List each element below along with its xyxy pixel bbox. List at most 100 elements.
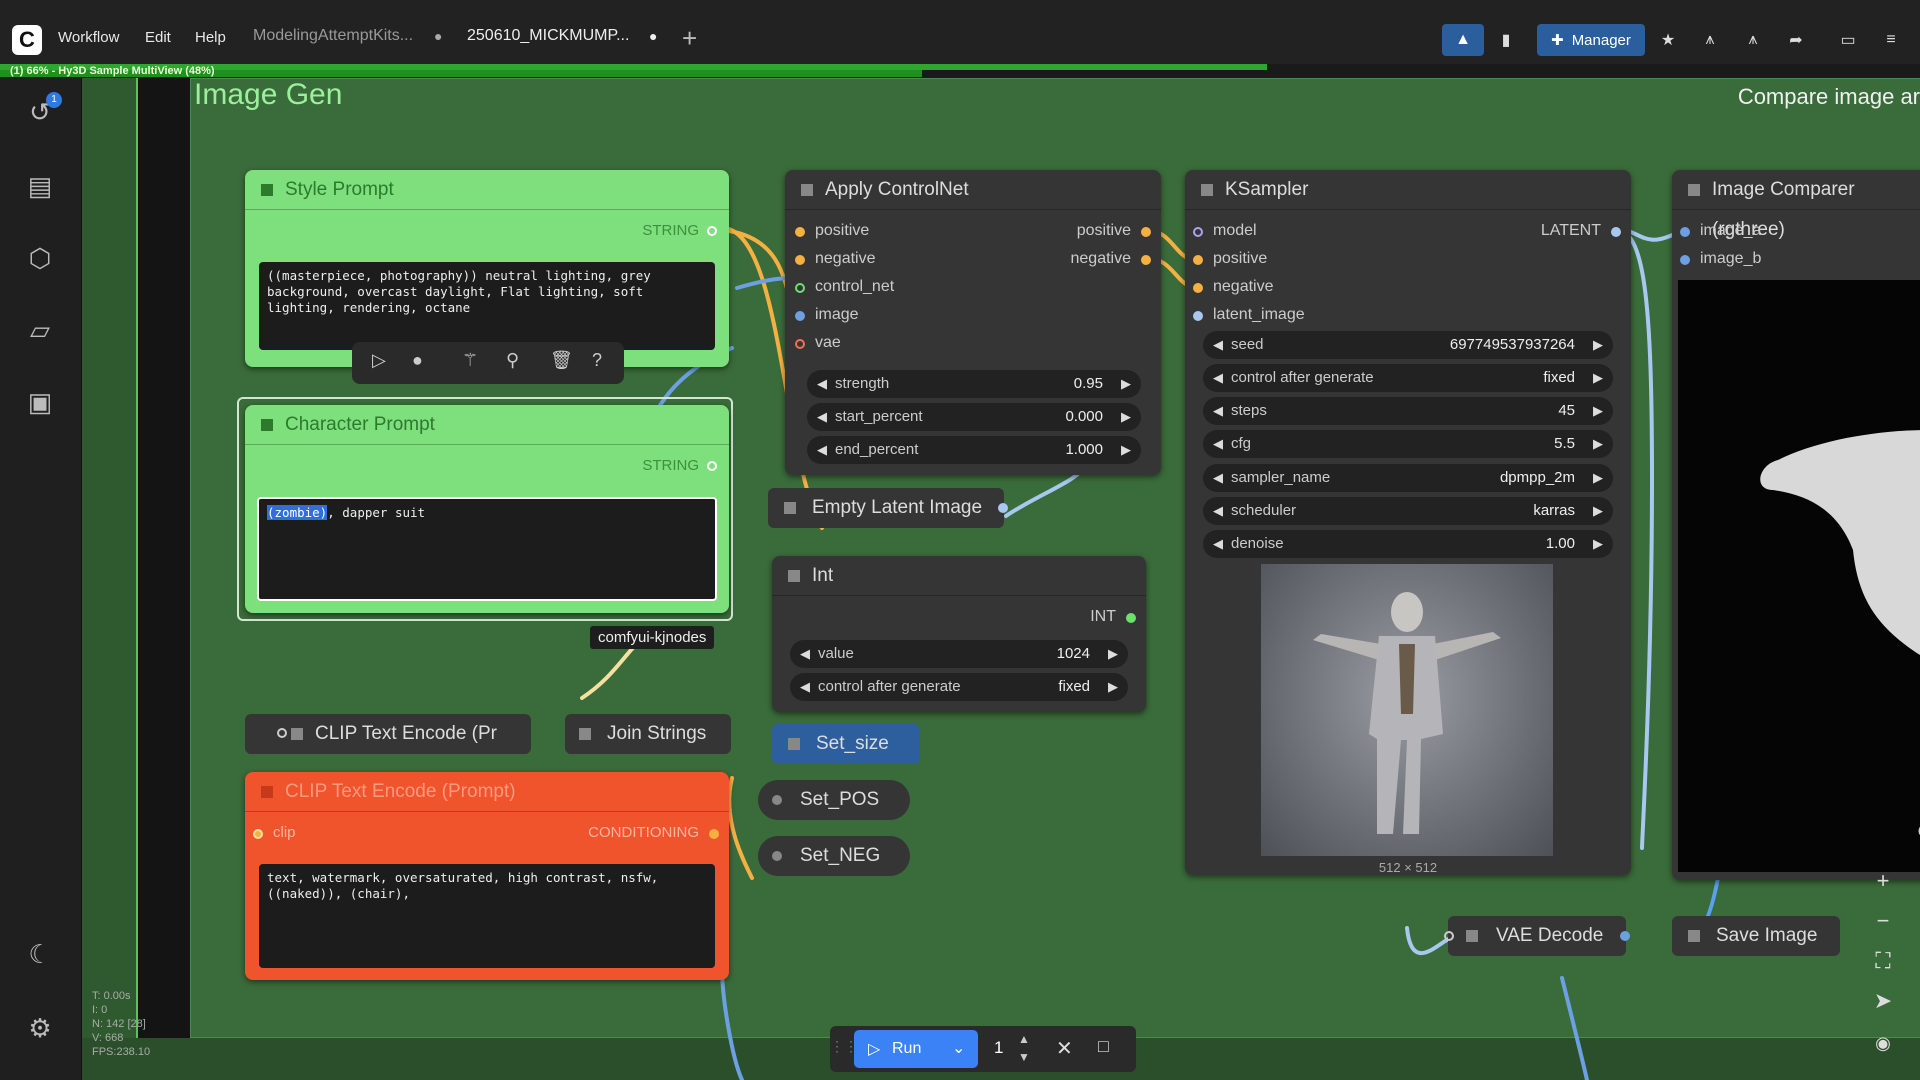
node-graph-alt-icon[interactable]: ⩚ [1737,24,1769,56]
int-value-widget[interactable]: ◀ value 1024 ▶ [790,640,1128,668]
share-icon[interactable]: ➦ [1780,24,1812,56]
join-strings-node[interactable]: Join Strings [565,714,731,754]
menu-workflow[interactable]: Workflow [58,29,119,46]
int-title[interactable]: Int [772,556,1146,596]
set-pos-input-socket[interactable] [772,795,782,805]
queue-list-icon[interactable]: ▤ [24,170,56,202]
node-collapse-icon[interactable] [261,184,273,196]
increment-arrow-icon[interactable]: ▶ [1593,497,1603,525]
int-control-widget[interactable]: ◀ control after generate fixed ▶ [790,673,1128,701]
clip-neg-textarea[interactable]: text, watermark, oversaturated, high con… [259,864,715,968]
decrement-arrow-icon[interactable]: ◀ [1213,530,1223,558]
clip-text-encode-negative-node[interactable]: CLIP Text Encode (Prompt) clip CONDITION… [245,772,729,980]
negative-input-socket[interactable] [1193,283,1203,293]
character-prompt-title[interactable]: Character Prompt [245,405,729,445]
workflow-images-icon[interactable]: ▣ [24,386,56,418]
comparer-preview-area[interactable] [1678,280,1920,872]
ksampler-title[interactable]: KSampler [1185,170,1631,210]
set-neg-input-socket[interactable] [772,851,782,861]
decrement-arrow-icon[interactable]: ◀ [817,436,827,464]
clip-input-socket[interactable] [277,728,287,738]
controlnet-output-negative-socket[interactable] [1141,255,1151,265]
node-collapse-icon[interactable] [788,738,800,750]
empty-latent-image-node[interactable]: Empty Latent Image [768,488,1008,528]
style-prompt-node[interactable]: Style Prompt STRING ((masterpiece, photo… [245,170,729,367]
zoom-in-plus-icon[interactable]: + [1868,866,1898,896]
increment-arrow-icon[interactable]: ▶ [1121,436,1131,464]
vae-decode-output-socket[interactable] [1620,931,1630,941]
pin-icon[interactable]: ⚲ [506,350,519,371]
stop-square-icon[interactable]: □ [1098,1036,1109,1057]
controlnet-image-socket[interactable] [795,311,805,321]
scheduler-widget[interactable]: ◀ scheduler karras ▶ [1203,497,1613,525]
decrement-arrow-icon[interactable]: ◀ [800,673,810,701]
character-prompt-output-socket[interactable] [707,461,717,471]
bookmark-icon[interactable]: ▮ [1490,24,1522,56]
theme-moon-icon[interactable]: ☾ [24,938,56,970]
clip-neg-output-socket[interactable] [709,829,719,839]
decrement-arrow-icon[interactable]: ◀ [1213,331,1223,359]
cancel-x-icon[interactable]: ✕ [1056,1036,1073,1061]
help-question-icon[interactable]: ? [592,350,602,371]
style-prompt-textarea[interactable]: ((masterpiece, photography)) neutral lig… [259,262,715,350]
image-a-socket[interactable] [1680,227,1690,237]
character-prompt-node[interactable]: Character Prompt STRING (zombie), dapper… [245,405,729,613]
vae-decode-node[interactable]: VAE Decode [1444,916,1630,956]
vae-decode-input-socket[interactable] [1444,931,1454,941]
latent-output-socket[interactable] [998,503,1008,513]
visibility-eye-icon[interactable]: ◉ [1868,1028,1898,1058]
model-folder-icon[interactable]: ▱ [24,314,56,346]
node-collapse-icon[interactable] [1688,184,1700,196]
node-collapse-icon[interactable] [784,502,796,514]
node-graph-icon[interactable]: ⩚ [1694,24,1726,56]
batch-count-input[interactable]: 1 [994,1038,1003,1058]
increment-arrow-icon[interactable]: ▶ [1593,530,1603,558]
steps-widget[interactable]: ◀ steps 45 ▶ [1203,397,1613,425]
node-collapse-icon[interactable] [261,786,273,798]
delete-trash-icon[interactable]: 🗑 [550,350,573,371]
increment-arrow-icon[interactable]: ▶ [1593,364,1603,392]
increment-arrow-icon[interactable]: ▶ [1593,397,1603,425]
menu-help[interactable]: Help [195,29,226,46]
hamburger-menu-icon[interactable]: ≡ [1875,24,1907,56]
control-after-generate-widget[interactable]: ◀ control after generate fixed ▶ [1203,364,1613,392]
decrement-arrow-icon[interactable]: ◀ [1213,464,1223,492]
controlnet-vae-socket[interactable] [795,339,805,349]
increment-arrow-icon[interactable]: ▶ [1108,673,1118,701]
decrement-arrow-icon[interactable]: ◀ [800,640,810,668]
preview-image[interactable] [1261,564,1553,856]
decrement-arrow-icon[interactable]: ◀ [817,370,827,398]
tab-mickmump[interactable]: 250610_MICKMUMP... [467,27,629,45]
apply-controlnet-title[interactable]: Apply ControlNet [785,170,1161,210]
set-size-node[interactable]: Set_size [772,724,920,764]
style-prompt-output-socket[interactable] [707,226,717,236]
positive-input-socket[interactable] [1193,255,1203,265]
controlnet-negative-socket[interactable] [795,255,805,265]
node-collapse-icon[interactable] [788,570,800,582]
color-picker-circle-icon[interactable]: ● [412,350,423,371]
seed-widget[interactable]: ◀ seed 697749537937264 ▶ [1203,331,1613,359]
increment-arrow-icon[interactable]: ▶ [1593,464,1603,492]
start-percent-widget[interactable]: ◀ start_percent 0.000 ▶ [807,403,1141,431]
batch-stepper-icon[interactable]: ▲ ▼ [1018,1030,1030,1066]
denoise-widget[interactable]: ◀ denoise 1.00 ▶ [1203,530,1613,558]
increment-arrow-icon[interactable]: ▶ [1593,430,1603,458]
run-button[interactable]: ▷ Run ⌄ [854,1030,978,1068]
clip-neg-title[interactable]: CLIP Text Encode (Prompt) [245,772,729,812]
node-collapse-icon[interactable] [261,419,273,431]
node-collapse-icon[interactable] [1688,930,1700,942]
image-comparer-title[interactable]: Image Comparer (rgthree) [1672,170,1920,240]
node-collapse-icon[interactable] [801,184,813,196]
decrement-arrow-icon[interactable]: ◀ [1213,397,1223,425]
decrement-arrow-icon[interactable]: ◀ [1213,497,1223,525]
controlnet-positive-socket[interactable] [795,227,805,237]
star-icon[interactable]: ★ [1652,24,1684,56]
sampler-name-widget[interactable]: ◀ sampler_name dpmpp_2m ▶ [1203,464,1613,492]
menu-edit[interactable]: Edit [145,29,171,46]
latent-output-socket[interactable] [1611,227,1621,237]
node-collapse-icon[interactable] [579,728,591,740]
increment-arrow-icon[interactable]: ▶ [1593,331,1603,359]
set-neg-node[interactable]: Set_NEG [758,836,910,876]
settings-gear-icon[interactable]: ⚙ [24,1012,56,1044]
chevron-down-icon[interactable]: ⌄ [952,1038,965,1058]
